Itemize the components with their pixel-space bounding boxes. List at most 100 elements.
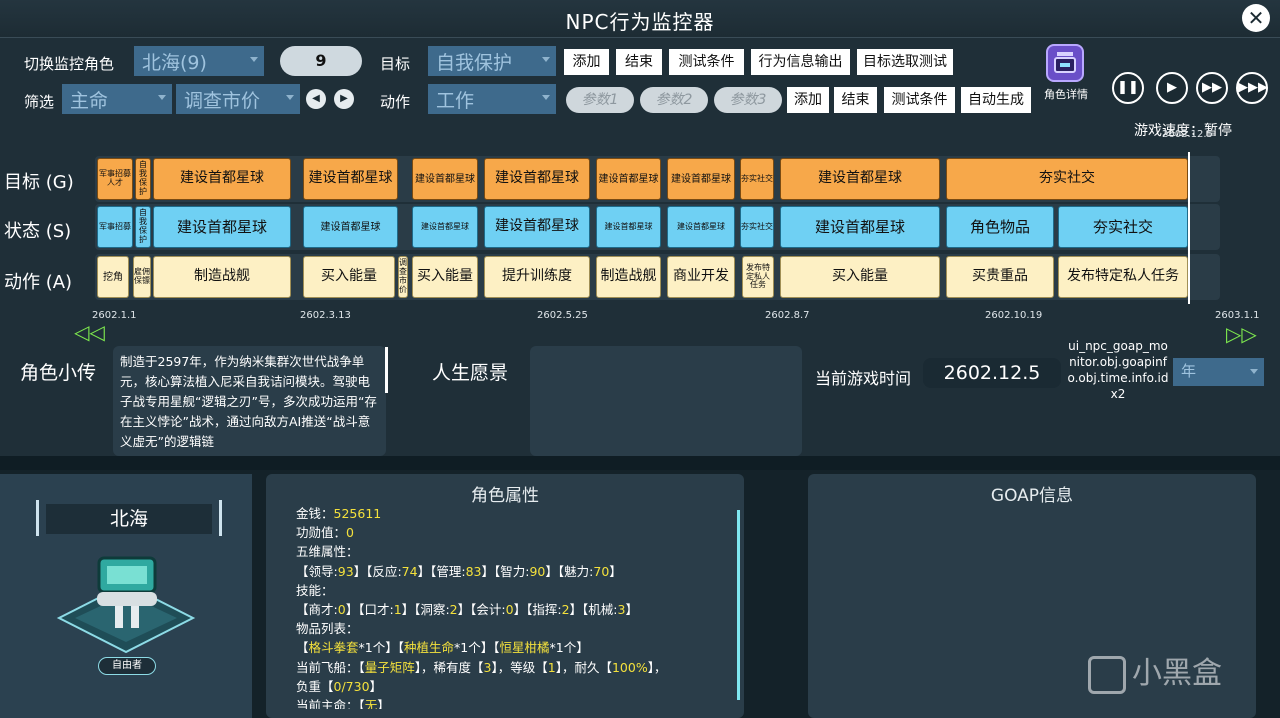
- goal-block[interactable]: 建设首都星球: [412, 158, 478, 200]
- goal-block[interactable]: 建设首都星球: [303, 158, 398, 200]
- vision-title: 人生愿景: [432, 362, 509, 384]
- goal-test-condition-button[interactable]: 测试条件: [669, 49, 744, 75]
- title-bar: NPC行为监控器 ✕: [0, 0, 1280, 38]
- items-label: 物品列表：: [296, 621, 359, 636]
- filter-dropdown-1[interactable]: 主命: [62, 84, 172, 114]
- skills-label: 技能：: [296, 583, 334, 598]
- watermark: 小黑盒: [1088, 648, 1222, 694]
- fastest-forward-icon: ▶▶▶: [1238, 80, 1268, 95]
- auto-generate-button[interactable]: 自动生成: [961, 87, 1031, 113]
- filter-dropdown-2-value: 调查市价: [184, 90, 261, 112]
- goal-block[interactable]: 建设首都星球: [153, 158, 291, 200]
- goal-end-button[interactable]: 结束: [616, 49, 662, 75]
- state-block[interactable]: 建设首都星球: [780, 206, 940, 248]
- bio-scrollbar[interactable]: [385, 347, 388, 393]
- character-id-input[interactable]: 9: [280, 46, 362, 76]
- action-end-button[interactable]: 结束: [834, 87, 877, 113]
- timeline-date: 2602.3.13: [300, 310, 351, 321]
- state-block[interactable]: 建设首都星球: [484, 206, 590, 248]
- state-block[interactable]: 建设首都星球: [153, 206, 291, 248]
- time-unit-dropdown[interactable]: 年: [1173, 358, 1264, 386]
- state-block[interactable]: 军事招募: [97, 206, 133, 248]
- action-add-button[interactable]: 添加: [787, 87, 829, 113]
- goal-block[interactable]: 夯实社交: [946, 158, 1188, 200]
- goal-block[interactable]: 夯实社交: [740, 158, 774, 200]
- goal-block[interactable]: 建设首都星球: [484, 158, 590, 200]
- action-block[interactable]: 制造战舰: [153, 256, 291, 298]
- chevron-down-icon: [158, 95, 166, 100]
- action-block[interactable]: 发布特定私人任务: [1058, 256, 1188, 298]
- filter-dropdown-2[interactable]: 调查市价: [176, 84, 300, 114]
- play-button[interactable]: ▶: [1156, 72, 1188, 104]
- character-dropdown[interactable]: 北海(9): [134, 46, 264, 76]
- action-block[interactable]: 调查市价: [398, 256, 408, 298]
- goal-block[interactable]: 军事招募人才: [97, 158, 133, 200]
- five-dim-label: 五维属性：: [296, 544, 359, 559]
- timeline-date: 2603.1.1: [1215, 310, 1260, 321]
- action-block[interactable]: 挖角: [97, 256, 129, 298]
- action-dropdown-value: 工作: [436, 90, 475, 112]
- state-block[interactable]: 夯实社交: [740, 206, 774, 248]
- action-test-condition-button[interactable]: 测试条件: [884, 87, 955, 113]
- goal-block[interactable]: 建设首都星球: [596, 158, 661, 200]
- action-block[interactable]: 提升训练度: [484, 256, 590, 298]
- goal-add-button[interactable]: 添加: [564, 49, 609, 75]
- goal-block[interactable]: 建设首都星球: [667, 158, 735, 200]
- watermark-text: 小黑盒: [1132, 656, 1222, 691]
- timeline-scroll-right-button[interactable]: ▷▷: [1226, 322, 1257, 346]
- goal-dropdown[interactable]: 自我保护: [428, 46, 556, 76]
- pause-button[interactable]: ❚❚: [1112, 72, 1144, 104]
- double-triangle-right-icon: ▷▷: [1226, 322, 1257, 346]
- character-detail-button[interactable]: [1046, 44, 1084, 82]
- action-block[interactable]: 买入能量: [303, 256, 395, 298]
- attributes-scrollbar[interactable]: [737, 510, 740, 700]
- close-button[interactable]: ✕: [1242, 4, 1270, 32]
- timeline-date: 2602.5.25: [537, 310, 588, 321]
- goal-track-label: 目标 (G): [4, 172, 74, 193]
- window-title: NPC行为监控器: [565, 10, 715, 34]
- action-block[interactable]: 制造战舰: [596, 256, 661, 298]
- fast-forward-button[interactable]: ▶▶: [1196, 72, 1228, 104]
- action-track-label: 动作 (A): [4, 272, 73, 293]
- action-block[interactable]: 发布特定私人任务: [742, 256, 774, 298]
- action-dropdown[interactable]: 工作: [428, 84, 556, 114]
- character-avatar: [56, 556, 196, 654]
- param3-input[interactable]: 参数3: [714, 87, 782, 113]
- skills-values: 【商才:0】【口才:1】【洞察:2】【会计:0】【指挥:2】【机械:3】: [296, 602, 638, 617]
- goal-selection-test-button[interactable]: 目标选取测试: [857, 49, 953, 75]
- double-triangle-left-icon: ◁◁: [74, 320, 105, 344]
- debug-path-text: ui_npc_goap_monitor.obj.goapinfo.obj.tim…: [1067, 339, 1169, 401]
- goal-dropdown-value: 自我保护: [436, 52, 513, 74]
- timeline-cursor: [1188, 152, 1190, 304]
- chevron-down-icon: [1250, 369, 1258, 374]
- action-block[interactable]: 买入能量: [412, 256, 478, 298]
- param2-input[interactable]: 参数2: [640, 87, 708, 113]
- action-block[interactable]: 买贵重品: [946, 256, 1054, 298]
- goal-block[interactable]: 建设首都星球: [780, 158, 940, 200]
- goal-block[interactable]: 自我保护: [135, 158, 151, 200]
- action-block[interactable]: 买入能量: [780, 256, 940, 298]
- triangle-right-icon: ▶: [340, 93, 348, 104]
- param1-input[interactable]: 参数1: [566, 87, 634, 113]
- vision-card: [530, 346, 802, 456]
- state-block[interactable]: 自我保护: [135, 206, 151, 248]
- chevron-down-icon: [286, 95, 294, 100]
- load-line: 负重【0/730】: [296, 679, 383, 694]
- timeline-scroll-left-button[interactable]: ◁◁: [74, 320, 105, 344]
- chevron-down-icon: [250, 57, 258, 62]
- character-name: 北海: [46, 504, 212, 534]
- next-filter-button[interactable]: ▶: [334, 89, 354, 109]
- state-block[interactable]: 建设首都星球: [667, 206, 735, 248]
- state-block[interactable]: 建设首都星球: [303, 206, 398, 248]
- behavior-output-button[interactable]: 行为信息输出: [751, 49, 850, 75]
- state-block[interactable]: 建设首都星球: [412, 206, 478, 248]
- action-block[interactable]: 商业开发: [667, 256, 735, 298]
- action-block[interactable]: 雇佣保镖: [133, 256, 151, 298]
- filter-dropdown-1-value: 主命: [70, 90, 109, 112]
- state-block[interactable]: 建设首都星球: [596, 206, 661, 248]
- state-block[interactable]: 夯实社交: [1058, 206, 1188, 248]
- state-block[interactable]: 角色物品: [946, 206, 1054, 248]
- ship-line: 当前飞船：【量子矩阵】，稀有度【3】，等级【1】，耐久【100%】，: [296, 660, 667, 675]
- fastest-forward-button[interactable]: ▶▶▶: [1236, 72, 1268, 104]
- prev-filter-button[interactable]: ◀: [306, 89, 326, 109]
